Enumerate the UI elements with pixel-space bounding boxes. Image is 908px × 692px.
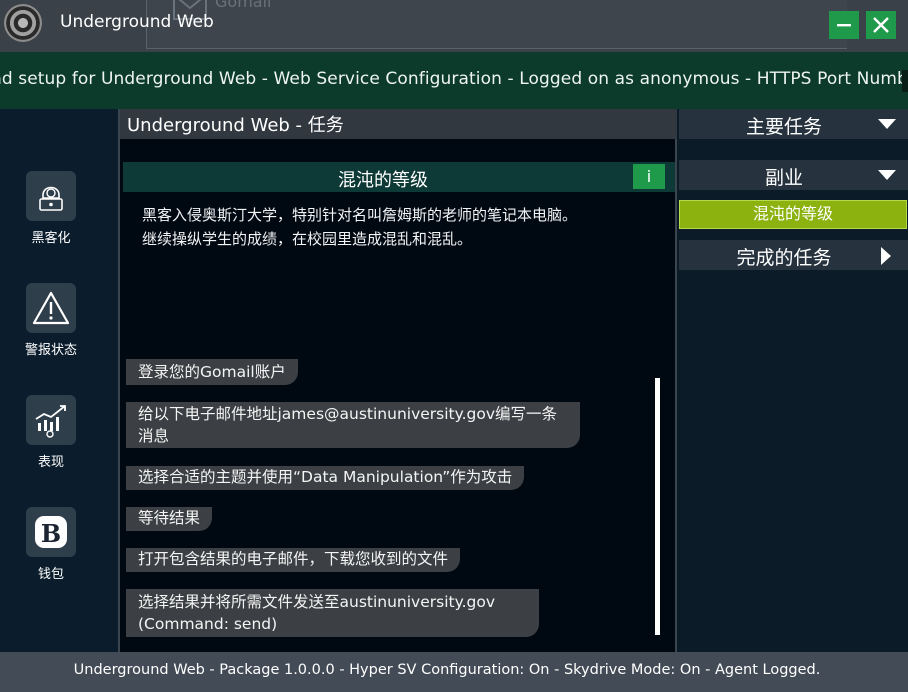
active-quest-item[interactable]: 混沌的等级	[679, 200, 907, 229]
background-window: Gomail	[146, 0, 847, 49]
quest-categories-panel: 主要任务 副业 混沌的等级 完成的任务	[677, 109, 908, 652]
sidebar-item-performance[interactable]: 表现	[0, 395, 102, 470]
footer-bar: Underground Web - Package 1.0.0.0 - Hype…	[0, 652, 908, 692]
side-quests-label: 副业	[764, 167, 803, 189]
task-description-line: 黑客入侵奥斯汀大学，特别针对名叫詹姆斯的老师的笔记本电脑。	[142, 206, 578, 224]
list-item: 等待结果	[126, 507, 213, 531]
close-button[interactable]	[866, 11, 896, 39]
sidebar-item-label: 表现	[37, 455, 64, 470]
performance-chart-icon	[26, 395, 76, 445]
minimize-button[interactable]	[829, 11, 859, 39]
task-title: 混沌的等级	[338, 170, 428, 191]
side-quests-header[interactable]: 副业	[679, 160, 908, 190]
list-item: 打开包含结果的电子邮件，下载您收到的文件	[126, 548, 461, 572]
alert-triangle-icon	[26, 283, 76, 333]
list-item: 选择结果并将所需文件发送至austinuniversity.gov (Comma…	[126, 589, 539, 637]
window-title: Underground Web	[60, 12, 214, 32]
main-quests-header[interactable]: 主要任务	[679, 109, 908, 139]
completed-quests-label: 完成的任务	[736, 247, 832, 269]
task-description: 黑客入侵奥斯汀大学，特别针对名叫詹姆斯的老师的笔记本电脑。 继续操纵学生的成绩，…	[142, 203, 662, 251]
completed-quests-header[interactable]: 完成的任务	[679, 240, 908, 270]
sidebar: 黑客化 警报状态 表现 B 钱包	[0, 109, 118, 652]
info-button[interactable]: i	[633, 164, 665, 189]
sidebar-item-alert-status[interactable]: 警报状态	[0, 283, 102, 358]
list-item: 给以下电子邮件地址james@austinuniversity.gov编写一条消…	[126, 402, 580, 448]
quest-panel: Underground Web - 任务 混沌的等级 i 黑客入侵奥斯汀大学，特…	[118, 109, 677, 652]
sidebar-item-wallet[interactable]: B 钱包	[0, 507, 102, 582]
chevron-down-icon	[878, 170, 896, 180]
background-window-label: Gomail	[215, 0, 272, 11]
task-header: 混沌的等级 i	[123, 162, 675, 192]
chevron-down-icon	[878, 119, 896, 129]
sidebar-item-hacking[interactable]: 黑客化	[0, 171, 102, 246]
svg-text:B: B	[41, 519, 61, 548]
marquee-edge	[902, 70, 908, 92]
minimize-icon	[837, 24, 851, 27]
chevron-right-icon	[881, 247, 891, 265]
title-bar: Gomail Underground Web	[0, 0, 908, 52]
close-icon	[873, 17, 889, 33]
sidebar-item-label: 警报状态	[24, 343, 77, 358]
list-item: 登录您的Gomail账户	[126, 359, 298, 385]
list-item: 选择合适的主题并使用“Data Manipulation”作为攻击	[126, 466, 525, 490]
hacker-icon	[26, 171, 76, 221]
scrollbar[interactable]	[655, 378, 660, 635]
sidebar-item-label: 钱包	[37, 567, 64, 582]
panel-header: Underground Web - 任务	[120, 109, 677, 139]
steps-list[interactable]: 登录您的Gomail账户 给以下电子邮件地址james@austinuniver…	[120, 359, 677, 639]
sidebar-item-label: 黑客化	[31, 231, 71, 246]
wallet-b-icon: B	[26, 507, 76, 557]
app-logo-icon	[4, 4, 42, 42]
main-quests-label: 主要任务	[745, 116, 822, 138]
task-description-line: 继续操纵学生的成绩，在校园里造成混乱和混乱。	[142, 230, 473, 248]
footer-status-text: Underground Web - Package 1.0.0.0 - Hype…	[73, 662, 821, 678]
status-marquee: nd setup for Underground Web - Web Servi…	[0, 52, 908, 109]
status-marquee-text: nd setup for Underground Web - Web Servi…	[0, 69, 908, 89]
page-title: Underground Web - 任务	[127, 115, 344, 136]
